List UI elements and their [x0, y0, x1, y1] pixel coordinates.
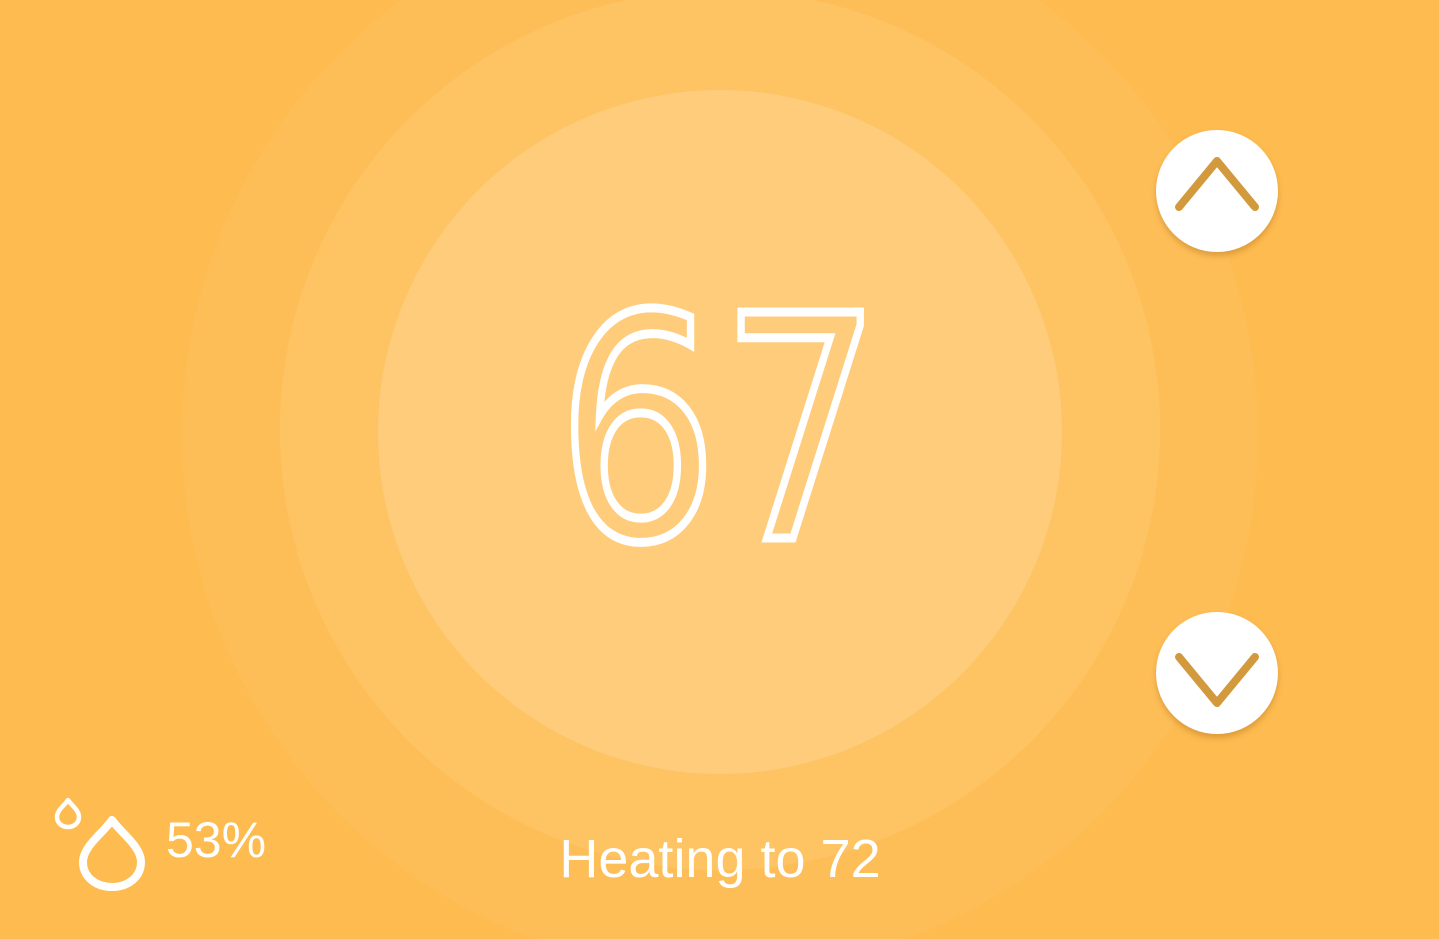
increase-temperature-button[interactable]: [1156, 130, 1278, 252]
decrease-temperature-button[interactable]: [1156, 612, 1278, 734]
humidity-drops-icon: [54, 797, 145, 891]
humidity-value: 53%: [166, 812, 267, 868]
heating-status: Heating to 72: [559, 829, 881, 889]
chevron-up-icon: [1175, 157, 1259, 211]
current-temperature: 67: [553, 251, 885, 612]
current-temperature-display: 67: [378, 90, 1062, 774]
chevron-down-icon: [1175, 653, 1259, 707]
humidity-indicator: 53%: [52, 796, 266, 896]
